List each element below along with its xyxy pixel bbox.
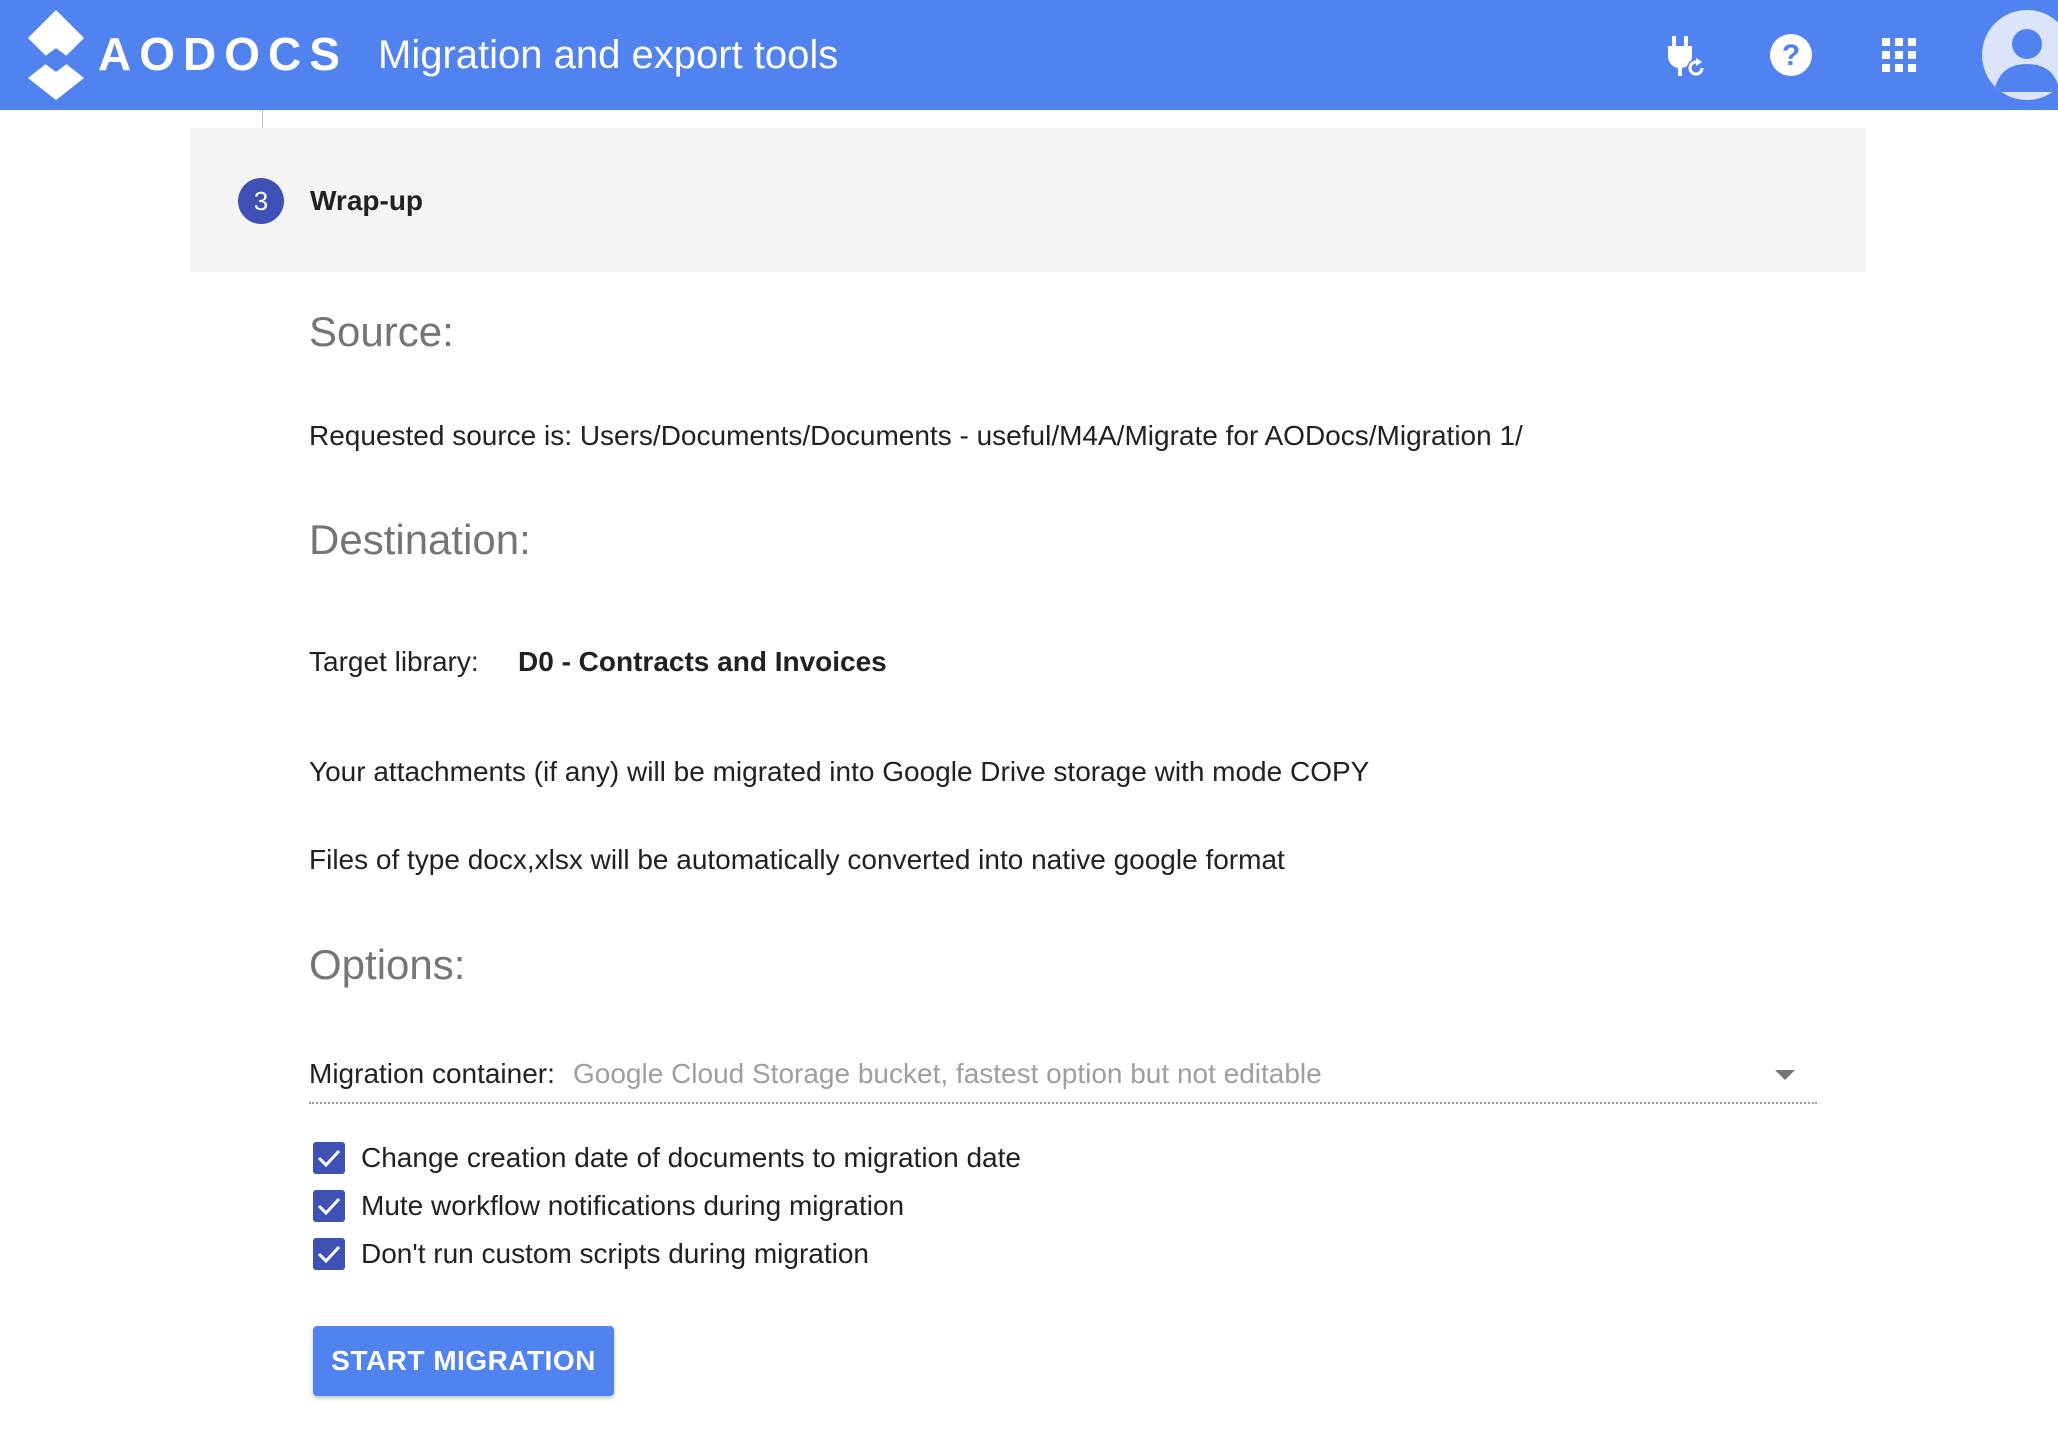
aodocs-logo-icon (28, 10, 84, 100)
attachments-note: Your attachments (if any) will be migrat… (309, 756, 1370, 787)
start-migration-button[interactable]: START MIGRATION (313, 1326, 614, 1396)
options-heading: Options: (309, 941, 466, 988)
destination-heading: Destination: (309, 516, 531, 563)
migration-container-label: Migration container: (309, 1058, 555, 1089)
checkbox-checked-icon[interactable] (313, 1238, 345, 1270)
change-creation-date-label[interactable]: Change creation date of documents to mig… (361, 1138, 1021, 1178)
step-label: Wrap-up (310, 185, 424, 216)
checkbox-checked-icon[interactable] (313, 1142, 345, 1174)
plug-refresh-icon[interactable] (1660, 30, 1710, 80)
mute-notifications-label[interactable]: Mute workflow notifications during migra… (361, 1186, 904, 1226)
dropdown-arrow-icon[interactable] (1775, 1070, 1795, 1080)
apps-grid-icon[interactable] (1874, 30, 1924, 80)
svg-text:?: ? (1782, 39, 1800, 72)
source-heading: Source: (309, 308, 454, 355)
no-custom-scripts-label[interactable]: Don't run custom scripts during migratio… (361, 1234, 869, 1274)
step-header: 3 Wrap-up (190, 128, 1866, 272)
conversion-note: Files of type docx,xlsx will be automati… (309, 844, 1285, 875)
target-library-value: D0 - Contracts and Invoices (518, 646, 887, 677)
checkbox-checked-icon[interactable] (313, 1190, 345, 1222)
help-icon[interactable]: ? (1766, 30, 1816, 80)
target-library-label: Target library: (309, 646, 479, 677)
brand-name: AODOCS (98, 28, 348, 80)
step-number-badge: 3 (238, 178, 284, 224)
migration-container-select[interactable]: Migration container: Google Cloud Storag… (309, 1052, 1817, 1104)
account-avatar-icon[interactable] (1982, 10, 2058, 100)
migration-container-value: Google Cloud Storage bucket, fastest opt… (573, 1058, 1322, 1089)
app-title: Migration and export tools (378, 33, 839, 77)
requested-source-text: Requested source is: Users/Documents/Doc… (309, 420, 1523, 451)
top-app-bar: AODOCS Migration and export tools ? (0, 0, 2058, 110)
